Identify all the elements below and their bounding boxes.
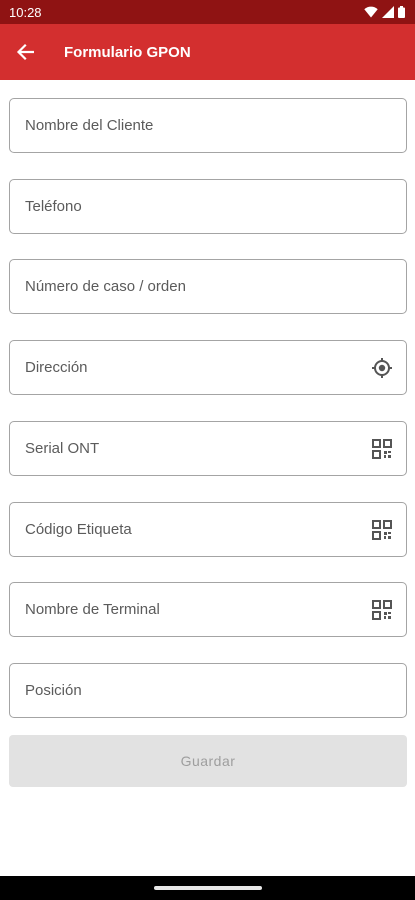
numero-caso-input[interactable] (10, 260, 406, 313)
direccion-field[interactable] (9, 340, 407, 395)
qr-scan-icon[interactable] (371, 519, 393, 541)
qr-scan-icon[interactable] (371, 438, 393, 460)
posicion-input[interactable] (10, 664, 406, 717)
status-bar: 10:28 (0, 0, 415, 24)
app-bar: Formulario GPON (0, 24, 415, 80)
codigo-etiqueta-field[interactable] (9, 502, 407, 557)
qr-scan-icon[interactable] (371, 599, 393, 621)
direccion-input[interactable] (10, 341, 371, 394)
posicion-field[interactable] (9, 663, 407, 718)
numero-caso-field[interactable] (9, 259, 407, 314)
page-title: Formulario GPON (64, 43, 191, 61)
back-button[interactable] (0, 24, 50, 80)
nombre-cliente-input[interactable] (10, 99, 406, 152)
arrow-left-icon (16, 43, 34, 61)
home-gesture-handle[interactable] (153, 886, 262, 890)
wifi-icon (364, 6, 378, 18)
status-time: 10:28 (9, 4, 42, 20)
nombre-terminal-field[interactable] (9, 582, 407, 637)
serial-ont-field[interactable] (9, 421, 407, 476)
nombre-cliente-field[interactable] (9, 98, 407, 153)
signal-icon (382, 6, 394, 18)
gps-target-icon[interactable] (371, 357, 393, 379)
telefono-field[interactable] (9, 179, 407, 234)
status-icons (364, 6, 405, 18)
codigo-etiqueta-input[interactable] (10, 503, 371, 556)
navigation-bar (0, 876, 415, 900)
battery-icon (398, 6, 405, 18)
nombre-terminal-input[interactable] (10, 583, 371, 636)
save-button[interactable]: Guardar (9, 735, 407, 787)
serial-ont-input[interactable] (10, 422, 371, 475)
telefono-input[interactable] (10, 180, 406, 233)
